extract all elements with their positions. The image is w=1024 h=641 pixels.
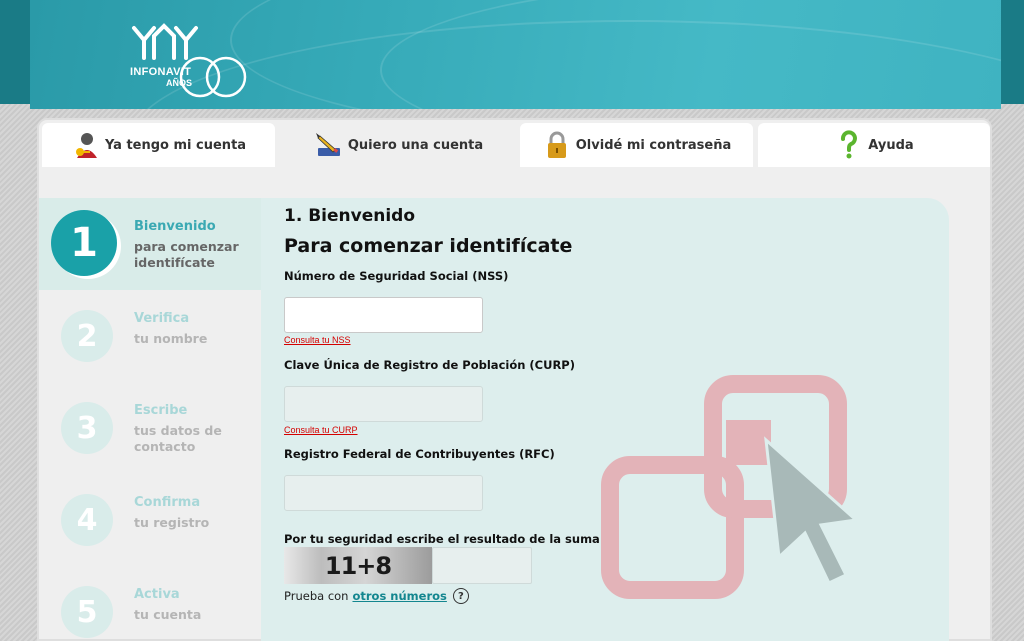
- nss-label: Número de Seguridad Social (NSS): [284, 269, 509, 283]
- step-5: 5 Activa tu cuenta: [39, 566, 261, 641]
- step-title: Escribe: [134, 403, 188, 418]
- question-icon: [841, 130, 858, 159]
- captcha-image: 11+8: [284, 547, 432, 584]
- registration-form: 1. Bienvenido Para comenzar identifícate…: [261, 198, 949, 641]
- tab-label: Ya tengo mi cuenta: [104, 137, 247, 153]
- tab-label: Quiero una cuenta: [347, 137, 484, 153]
- rfc-input[interactable]: [284, 475, 483, 511]
- captcha-label: Por tu seguridad escribe el resultado de…: [284, 532, 600, 546]
- tab-ayuda[interactable]: Ayuda: [758, 123, 990, 167]
- form-subheading: Para comenzar identifícate: [284, 235, 573, 257]
- step-desc: tu registro: [134, 515, 210, 530]
- logo-name: INFONAVIT: [130, 66, 192, 78]
- step-number: 4: [61, 494, 113, 546]
- step-title: Activa: [134, 587, 180, 602]
- step-3: 3 Escribe tus datos de contacto: [39, 382, 261, 474]
- step-number: 2: [61, 310, 113, 362]
- captcha-input[interactable]: [432, 547, 532, 584]
- form-heading: 1. Bienvenido: [284, 206, 416, 226]
- step-title: Bienvenido: [134, 219, 216, 234]
- captcha-expression: 11+8: [324, 551, 392, 580]
- tab-bar: Ya tengo mi cuenta Quiero una cuenta Olv…: [42, 123, 990, 169]
- step-number: 1: [51, 210, 117, 276]
- step-2: 2 Verifica tu nombre: [39, 290, 261, 382]
- step-desc: tus datos de contacto: [134, 423, 222, 454]
- lock-icon: [547, 131, 566, 158]
- step-desc: tu nombre: [134, 331, 208, 346]
- step-number: 3: [61, 402, 113, 454]
- step-title: Confirma: [134, 495, 201, 510]
- user-key-icon: [75, 133, 97, 158]
- refresh-prefix: Prueba con: [284, 589, 349, 603]
- step-number: 5: [61, 586, 113, 638]
- pencil-icon: [315, 133, 340, 156]
- logo-years-label: AÑOS: [166, 78, 193, 88]
- step-desc: tu cuenta: [134, 607, 202, 622]
- curp-input[interactable]: [284, 386, 483, 422]
- link-cursor-watermark-icon: [601, 375, 860, 599]
- curp-label: Clave Única de Registro de Población (CU…: [284, 358, 575, 372]
- captcha-refresh: Prueba con otros números ?: [284, 588, 469, 604]
- tab-quiero-una-cuenta[interactable]: Quiero una cuenta: [282, 123, 515, 167]
- step-title: Verifica: [134, 311, 190, 326]
- steps-sidebar: 1 Bienvenido para comenzar identifícate …: [39, 198, 261, 641]
- consulta-curp-link[interactable]: Consulta tu CURP: [284, 425, 358, 435]
- step-desc: para comenzar identifícate: [134, 239, 239, 270]
- tab-olvide-mi-contrasena[interactable]: Olvidé mi contraseña: [520, 123, 753, 167]
- nss-input[interactable]: [284, 297, 483, 333]
- step-1: 1 Bienvenido para comenzar identifícate: [39, 198, 261, 290]
- infonavit-logo[interactable]: INFONAVIT AÑOS: [130, 22, 250, 102]
- tab-ya-tengo-mi-cuenta[interactable]: Ya tengo mi cuenta: [42, 123, 275, 167]
- tab-label: Olvidé mi contraseña: [575, 137, 732, 153]
- tab-label: Ayuda: [868, 137, 914, 153]
- header-banner: INFONAVIT AÑOS: [30, 0, 1001, 109]
- consulta-nss-link[interactable]: Consulta tu NSS: [284, 335, 351, 345]
- rfc-label: Registro Federal de Contribuyentes (RFC): [284, 447, 555, 461]
- step-4: 4 Confirma tu registro: [39, 474, 261, 566]
- help-circle-icon[interactable]: ?: [452, 588, 469, 604]
- otros-numeros-link[interactable]: otros números: [352, 589, 446, 603]
